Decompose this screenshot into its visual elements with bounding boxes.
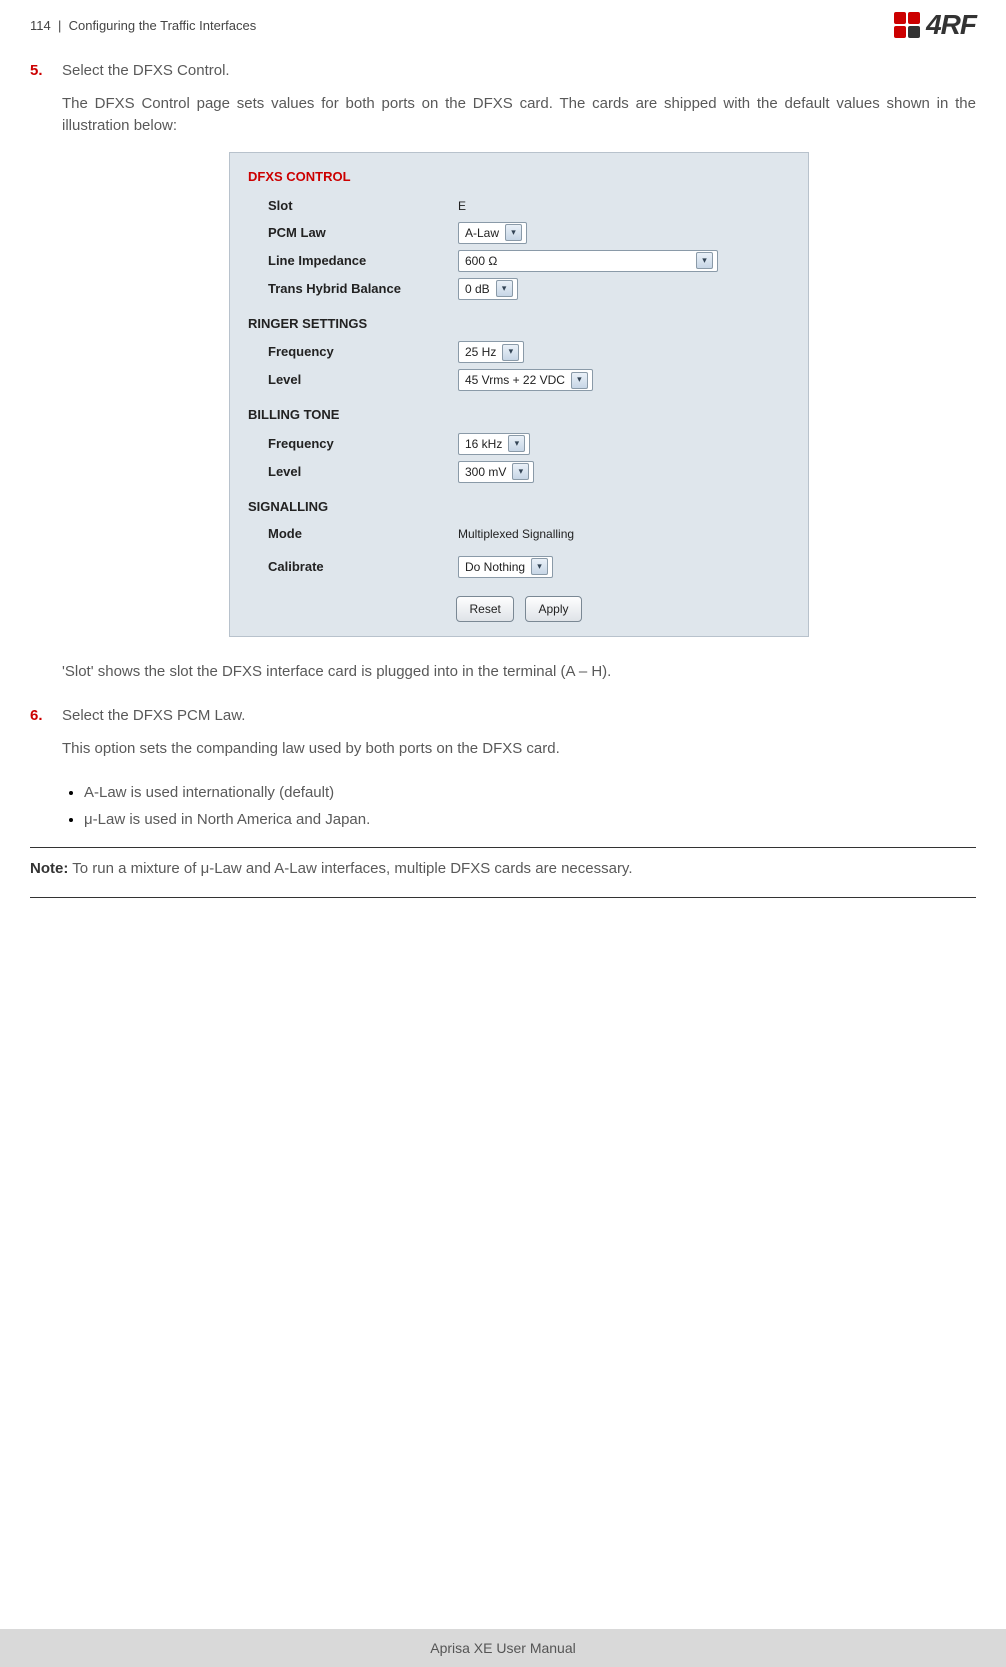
step-title: Select the DFXS PCM Law. — [62, 705, 976, 728]
chevron-down-icon: ▾ — [696, 252, 713, 269]
calibrate-select[interactable]: Do Nothing ▾ — [458, 556, 553, 578]
chevron-down-icon: ▾ — [508, 435, 525, 452]
section-title: Configuring the Traffic Interfaces — [69, 18, 257, 33]
row-calibrate: Calibrate Do Nothing ▾ — [248, 556, 790, 578]
step-number: 5. — [30, 60, 50, 697]
row-billing-frequency: Frequency 16 kHz ▾ — [248, 433, 790, 455]
line-impedance-value: 600 Ω — [465, 252, 497, 270]
ringer-level-label: Level — [248, 370, 458, 390]
footer-text: Aprisa XE User Manual — [430, 1640, 576, 1656]
apply-button[interactable]: Apply — [525, 596, 581, 622]
row-billing-level: Level 300 mV ▾ — [248, 461, 790, 483]
billing-tone-title: BILLING TONE — [248, 405, 790, 425]
header-left: 114 | Configuring the Traffic Interfaces — [30, 18, 256, 33]
logo-text: 4RF — [926, 9, 976, 41]
signalling-title: SIGNALLING — [248, 497, 790, 517]
step-number: 6. — [30, 705, 50, 774]
ringer-settings-title: RINGER SETTINGS — [248, 314, 790, 334]
row-ringer-frequency: Frequency 25 Hz ▾ — [248, 341, 790, 363]
chevron-down-icon: ▾ — [571, 372, 588, 389]
note-label: Note: — [30, 860, 68, 877]
calibrate-value: Do Nothing — [465, 558, 525, 576]
chevron-down-icon: ▾ — [502, 344, 519, 361]
step-body: Select the DFXS Control. The DFXS Contro… — [62, 60, 976, 697]
thb-label: Trans Hybrid Balance — [248, 279, 458, 299]
page-number: 114 — [30, 18, 51, 33]
reset-button[interactable]: Reset — [456, 596, 513, 622]
row-trans-hybrid-balance: Trans Hybrid Balance 0 dB ▾ — [248, 278, 790, 300]
page-footer: Aprisa XE User Manual — [0, 1629, 1006, 1667]
billing-level-value: 300 mV — [465, 463, 506, 481]
brand-logo: 4RF — [894, 9, 976, 41]
dfxs-control-panel: DFXS CONTROL Slot E PCM Law A-Law ▾ Li — [229, 152, 809, 637]
pcm-law-label: PCM Law — [248, 223, 458, 243]
step-body: Select the DFXS PCM Law. This option set… — [62, 705, 976, 774]
logo-icon — [894, 12, 920, 38]
ringer-freq-select[interactable]: 25 Hz ▾ — [458, 341, 524, 363]
bullet-list: A-Law is used internationally (default) … — [64, 782, 976, 831]
ringer-freq-label: Frequency — [248, 342, 458, 362]
header-sep: | — [58, 18, 61, 33]
ringer-level-select[interactable]: 45 Vrms + 22 VDC ▾ — [458, 369, 593, 391]
row-line-impedance: Line Impedance 600 Ω ▾ — [248, 250, 790, 272]
row-pcm-law: PCM Law A-Law ▾ — [248, 222, 790, 244]
slot-value: E — [458, 197, 790, 215]
row-slot: Slot E — [248, 196, 790, 216]
row-ringer-level: Level 45 Vrms + 22 VDC ▾ — [248, 369, 790, 391]
line-impedance-select[interactable]: 600 Ω ▾ — [458, 250, 718, 272]
step-5: 5. Select the DFXS Control. The DFXS Con… — [30, 60, 976, 697]
step-desc: This option sets the companding law used… — [62, 738, 976, 761]
step-title: Select the DFXS Control. — [62, 60, 976, 83]
billing-freq-label: Frequency — [248, 434, 458, 454]
ringer-level-value: 45 Vrms + 22 VDC — [465, 371, 565, 389]
divider — [30, 847, 976, 848]
chevron-down-icon: ▾ — [512, 463, 529, 480]
panel-title: DFXS CONTROL — [248, 167, 790, 187]
mode-value: Multiplexed Signalling — [458, 525, 790, 543]
billing-level-label: Level — [248, 462, 458, 482]
note-block: Note: To run a mixture of μ-Law and A-La… — [30, 858, 976, 881]
billing-freq-select[interactable]: 16 kHz ▾ — [458, 433, 530, 455]
ringer-freq-value: 25 Hz — [465, 343, 496, 361]
line-impedance-label: Line Impedance — [248, 251, 458, 271]
billing-freq-value: 16 kHz — [465, 435, 502, 453]
step-desc: The DFXS Control page sets values for bo… — [62, 93, 976, 138]
bullet-text: A-Law is used internationally (default) — [84, 784, 334, 801]
button-row: Reset Apply — [248, 596, 790, 622]
mode-label: Mode — [248, 524, 458, 544]
list-item: μ-Law is used in North America and Japan… — [84, 809, 976, 832]
thb-select[interactable]: 0 dB ▾ — [458, 278, 518, 300]
page-header: 114 | Configuring the Traffic Interfaces… — [0, 0, 1006, 40]
slot-note: 'Slot' shows the slot the DFXS interface… — [62, 661, 976, 684]
bullet-text: μ-Law is used in North America and Japan… — [84, 811, 370, 828]
row-mode: Mode Multiplexed Signalling — [248, 524, 790, 544]
chevron-down-icon: ▾ — [496, 280, 513, 297]
billing-level-select[interactable]: 300 mV ▾ — [458, 461, 534, 483]
thb-value: 0 dB — [465, 280, 490, 298]
slot-label: Slot — [248, 196, 458, 216]
page-content: 5. Select the DFXS Control. The DFXS Con… — [30, 60, 976, 908]
divider — [30, 897, 976, 898]
note-text: To run a mixture of μ-Law and A-Law inte… — [68, 860, 632, 877]
pcm-law-value: A-Law — [465, 224, 499, 242]
chevron-down-icon: ▾ — [505, 224, 522, 241]
chevron-down-icon: ▾ — [531, 558, 548, 575]
list-item: A-Law is used internationally (default) — [84, 782, 976, 805]
calibrate-label: Calibrate — [248, 557, 458, 577]
pcm-law-select[interactable]: A-Law ▾ — [458, 222, 527, 244]
step-6: 6. Select the DFXS PCM Law. This option … — [30, 705, 976, 774]
